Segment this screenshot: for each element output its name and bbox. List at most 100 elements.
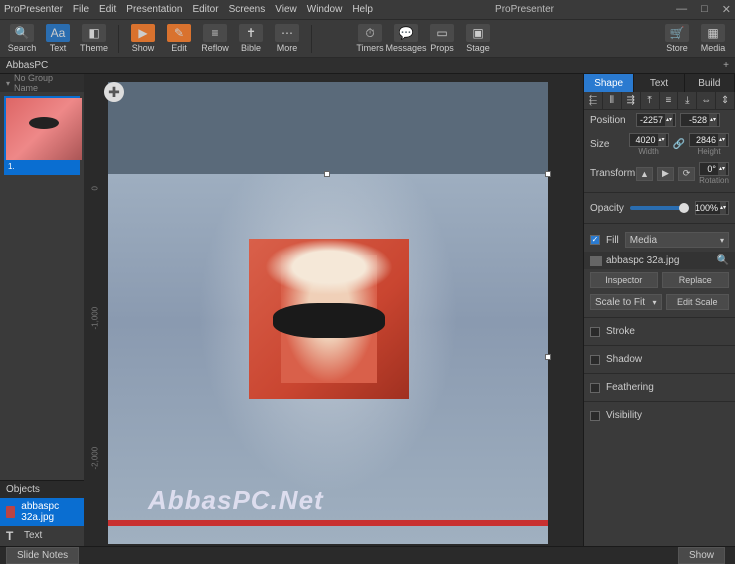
- resize-handle[interactable]: [545, 171, 551, 177]
- align-center-v[interactable]: ≡: [660, 92, 679, 109]
- stroke-row[interactable]: Stroke: [584, 322, 735, 341]
- document-tab[interactable]: AbbasPC: [6, 60, 48, 71]
- edit-button[interactable]: ✎Edit: [163, 22, 195, 56]
- inspector-panel: Shape Text Build ⬱ ⦀ ⇶ ⤒ ≡ ⤓ ⇔ ⇕ Positio…: [583, 74, 735, 564]
- text-icon: T: [6, 529, 18, 541]
- object-item-image[interactable]: abbaspc 32a.jpg: [0, 498, 84, 526]
- search-button[interactable]: 🔍Search: [6, 22, 38, 56]
- media-button[interactable]: ▦Media: [697, 22, 729, 56]
- menu-file[interactable]: File: [73, 4, 89, 15]
- tab-shape[interactable]: Shape: [584, 74, 634, 92]
- show-button[interactable]: ▶Show: [127, 22, 159, 56]
- distribute-v[interactable]: ⇕: [716, 92, 735, 109]
- add-element-button[interactable]: ✚: [104, 82, 124, 102]
- rotate-button[interactable]: ⟳: [678, 167, 695, 181]
- align-center-h[interactable]: ⦀: [603, 92, 622, 109]
- glasses-shape: [273, 303, 385, 338]
- fill-row: Fill Media: [584, 228, 735, 252]
- close-button[interactable]: ✕: [722, 3, 731, 16]
- menu-screens[interactable]: Screens: [229, 4, 266, 15]
- theme-icon: ◧: [82, 24, 106, 42]
- minimize-button[interactable]: —: [676, 3, 687, 16]
- maximize-button[interactable]: □: [701, 3, 708, 16]
- toolbar: 🔍Search AaText ◧Theme ▶Show ✎Edit ≡Reflo…: [0, 20, 735, 58]
- rotation-sublabel: Rotation: [699, 176, 729, 185]
- left-panel: No Group Name 1. Objects abbaspc 32a.jpg…: [0, 74, 84, 564]
- lock-ratio-icon[interactable]: 🔗: [673, 139, 685, 150]
- object-item-text[interactable]: TText: [0, 526, 84, 544]
- position-x-field[interactable]: -2257▴▾: [636, 113, 676, 127]
- timer-icon: ⏱: [358, 24, 382, 42]
- thumbnail-label: 1.: [6, 160, 78, 173]
- watermark-text: AbbasPC.Net: [148, 485, 324, 516]
- flip-h-button[interactable]: ▲: [636, 167, 653, 181]
- canvas-panel: ✚ 0-1,000-2,000 AbbasPC.Net X: ----- Y: …: [84, 74, 583, 564]
- add-tab-button[interactable]: +: [723, 60, 729, 71]
- media-icon: ▦: [701, 24, 725, 42]
- fill-media-row: abbaspc 32a.jpg 🔍: [584, 252, 735, 269]
- distribute-h[interactable]: ⇔: [697, 92, 716, 109]
- shadow-checkbox[interactable]: [590, 355, 600, 365]
- menu-presentation[interactable]: Presentation: [126, 4, 182, 15]
- align-left[interactable]: ⬱: [584, 92, 603, 109]
- flip-v-button[interactable]: ▶: [657, 167, 674, 181]
- fill-inspector-button[interactable]: Inspector: [590, 272, 658, 288]
- fill-label: Fill: [606, 235, 619, 246]
- menu-window[interactable]: Window: [307, 4, 343, 15]
- menu-view[interactable]: View: [275, 4, 297, 15]
- menu-editor[interactable]: Editor: [192, 4, 218, 15]
- props-icon: ▭: [430, 24, 454, 42]
- transform-row: Transform ▲ ▶ ⟳ 0°▴▾ Rotation: [584, 159, 735, 188]
- opacity-label: Opacity: [590, 203, 624, 214]
- rotation-field[interactable]: 0°▴▾: [699, 162, 729, 176]
- timers-button[interactable]: ⏱Timers: [354, 22, 386, 56]
- menu-edit[interactable]: Edit: [99, 4, 116, 15]
- height-field[interactable]: 2846▴▾: [689, 133, 729, 147]
- feathering-checkbox[interactable]: [590, 383, 600, 393]
- text-button[interactable]: AaText: [42, 22, 74, 56]
- shadow-row[interactable]: Shadow: [584, 350, 735, 369]
- fill-replace-button[interactable]: Replace: [662, 272, 730, 288]
- fill-checkbox[interactable]: [590, 235, 600, 245]
- scale-mode-dropdown[interactable]: Scale to Fit: [590, 294, 662, 310]
- resize-handle[interactable]: [545, 354, 551, 360]
- position-y-field[interactable]: -528▴▾: [680, 113, 720, 127]
- messages-button[interactable]: 💬Messages: [390, 22, 422, 56]
- visibility-checkbox[interactable]: [590, 411, 600, 421]
- stroke-checkbox[interactable]: [590, 327, 600, 337]
- edit-icon: ✎: [167, 24, 191, 42]
- group-header[interactable]: No Group Name: [0, 74, 84, 92]
- search-icon: 🔍: [10, 24, 34, 42]
- theme-button[interactable]: ◧Theme: [78, 22, 110, 56]
- bible-button[interactable]: ✝Bible: [235, 22, 267, 56]
- tab-build[interactable]: Build: [685, 74, 735, 92]
- opacity-field[interactable]: 100%▴▾: [695, 201, 729, 215]
- align-top[interactable]: ⤒: [641, 92, 660, 109]
- store-button[interactable]: 🛒Store: [661, 22, 693, 56]
- edit-scale-button[interactable]: Edit Scale: [666, 294, 730, 310]
- feathering-row[interactable]: Feathering: [584, 378, 735, 397]
- fill-type-dropdown[interactable]: Media: [625, 232, 729, 248]
- resize-handle[interactable]: [324, 171, 330, 177]
- document-tabs: AbbasPC +: [0, 58, 735, 74]
- canvas-area[interactable]: ✚ 0-1,000-2,000 AbbasPC.Net: [84, 74, 583, 548]
- props-button[interactable]: ▭Props: [426, 22, 458, 56]
- window-buttons: — □ ✕: [676, 3, 731, 16]
- visibility-row[interactable]: Visibility: [584, 406, 735, 425]
- slide-thumbnail[interactable]: 1.: [4, 96, 80, 175]
- opacity-slider[interactable]: [630, 206, 689, 210]
- more-button[interactable]: ⋯More: [271, 22, 303, 56]
- reflow-button[interactable]: ≡Reflow: [199, 22, 231, 56]
- selected-image[interactable]: [249, 239, 409, 399]
- show-button-bottom[interactable]: Show: [678, 547, 725, 564]
- width-field[interactable]: 4020▴▾: [629, 133, 669, 147]
- tab-text[interactable]: Text: [634, 74, 684, 92]
- position-row: Position -2257▴▾ -528▴▾: [584, 110, 735, 130]
- align-right[interactable]: ⇶: [622, 92, 641, 109]
- search-media-icon[interactable]: 🔍: [717, 255, 729, 266]
- menu-app[interactable]: ProPresenter: [4, 4, 63, 15]
- align-bottom[interactable]: ⤓: [678, 92, 697, 109]
- stage-button[interactable]: ▣Stage: [462, 22, 494, 56]
- menu-help[interactable]: Help: [352, 4, 373, 15]
- slide-accent-bar: [108, 520, 548, 526]
